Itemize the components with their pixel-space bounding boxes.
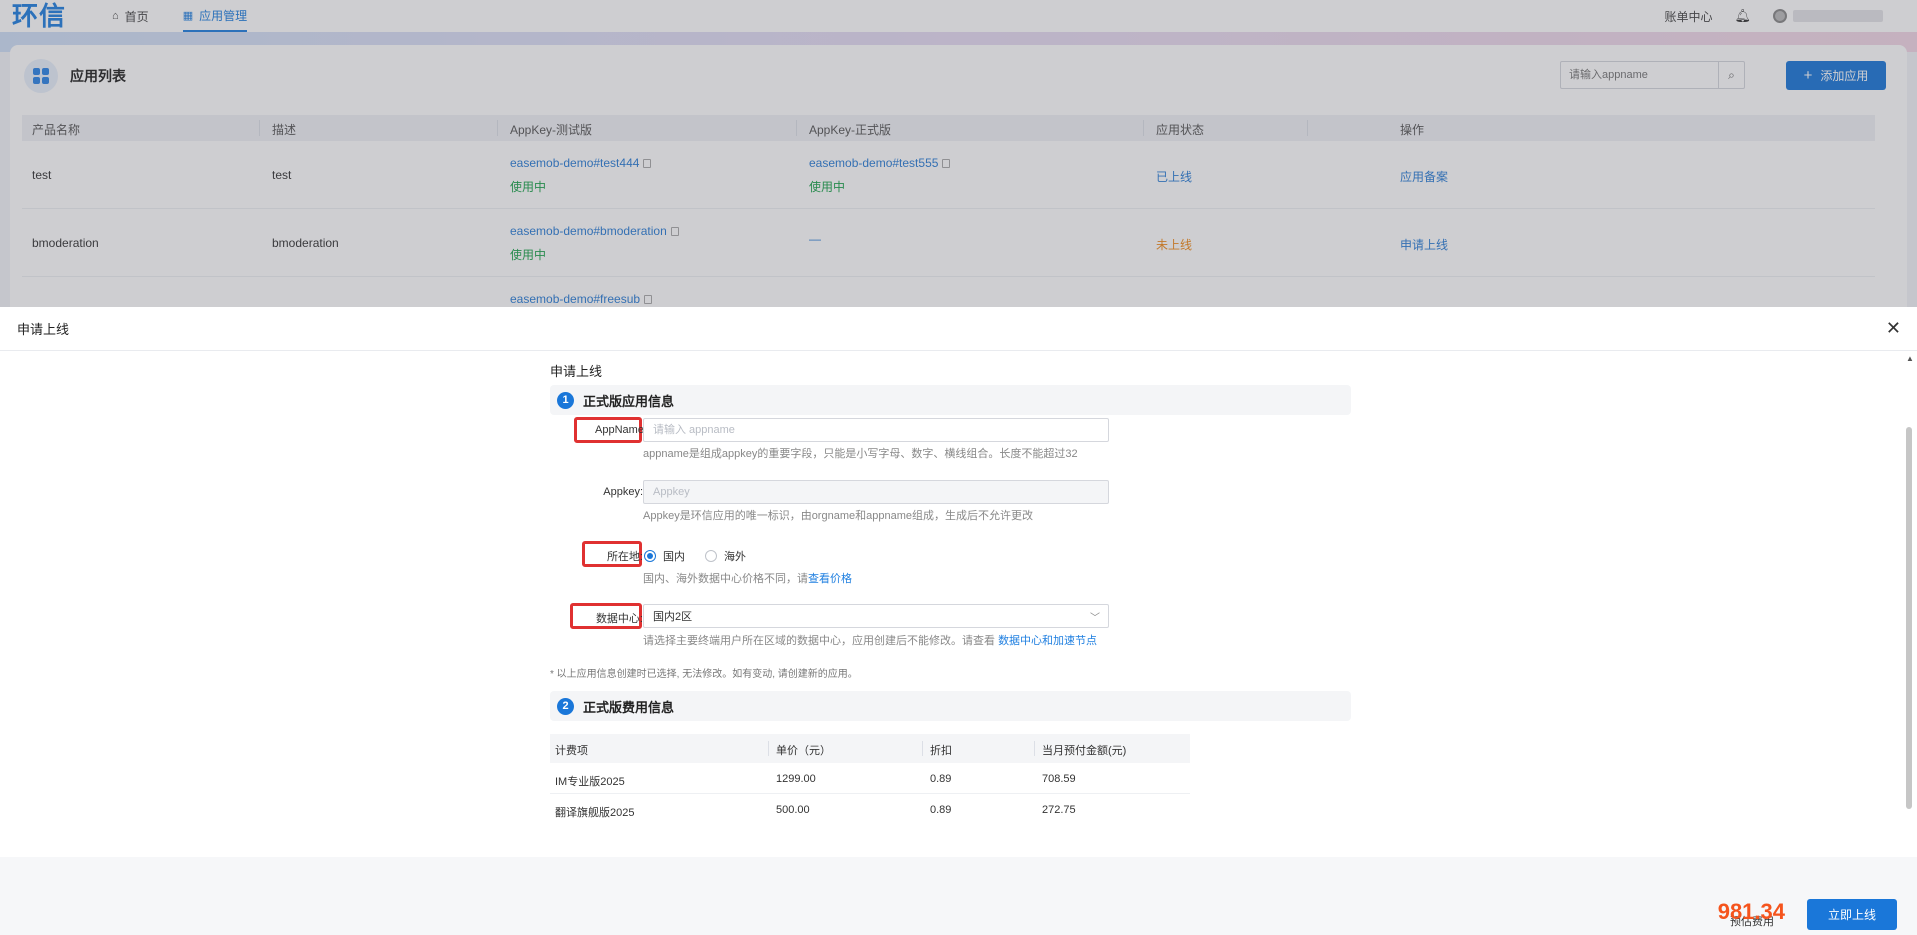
radio-overseas[interactable]: 海外 — [705, 548, 746, 564]
datacenter-label: 数据中心: — [595, 613, 643, 625]
estimate-value: 981.34 — [1717, 899, 1785, 924]
datacenter-hint: 请选择主要终端用户所在区域的数据中心，应用创建后不能修改。请查看 数据中心和加速… — [643, 632, 1097, 648]
immutable-note: * 以上应用信息创建时已选择, 无法修改。如有变动, 请创建新的应用。 — [550, 669, 858, 680]
fee-item: 翻译旗舰版2025 — [555, 807, 635, 819]
fee-unit-price: 500.00 — [776, 804, 810, 816]
appname-label: AppName: — [595, 424, 647, 436]
drawer-header: 申请上线 ✕ — [0, 307, 1917, 351]
radio-domestic-indicator[interactable] — [644, 550, 656, 562]
datacenter-value: 国内2区 — [653, 611, 693, 623]
drawer-title: 申请上线 — [17, 322, 70, 337]
location-hint: 国内、海外数据中心价格不同，请查看价格 — [643, 570, 852, 586]
table-row: 翻译旗舰版2025 500.00 0.89 272.75 — [550, 794, 1190, 825]
apply-online-drawer: 申请上线 ✕ ▲ 申请上线 1 正式版应用信息 AppName: appname… — [0, 307, 1917, 935]
fee-item: IM专业版2025 — [555, 776, 625, 788]
step-2-title: 正式版费用信息 — [583, 699, 675, 715]
datacenter-nodes-link[interactable]: 数据中心和加速节点 — [998, 635, 1097, 647]
fee-amount: 708.59 — [1042, 773, 1076, 785]
appkey-hint: Appkey是环信应用的唯一标识，由orgname和appname组成，生成后不… — [643, 510, 1033, 522]
radio-overseas-indicator[interactable] — [705, 550, 717, 562]
appkey-label: Appkey: — [603, 486, 643, 498]
appkey-input — [643, 480, 1109, 504]
location-hint-text: 国内、海外数据中心价格不同，请 — [643, 573, 808, 585]
radio-domestic-label: 国内 — [663, 551, 685, 563]
submit-online-button[interactable]: 立即上线 — [1807, 899, 1897, 930]
fee-discount: 0.89 — [930, 773, 952, 785]
fee-col-amount: 当月预付金额(元) — [1042, 745, 1127, 757]
fee-col-discount: 折扣 — [930, 745, 952, 757]
radio-domestic[interactable]: 国内 — [644, 548, 685, 564]
datacenter-hint-text: 请选择主要终端用户所在区域的数据中心，应用创建后不能修改。请查看 — [643, 635, 995, 647]
fee-table-header: 计费项 单价（元） 折扣 当月预付金额(元) — [550, 734, 1190, 763]
step-1-header: 1 正式版应用信息 — [550, 385, 1351, 415]
modal-overlay[interactable] — [0, 0, 1917, 307]
fee-col-unit-price: 单价（元） — [776, 745, 831, 757]
close-icon[interactable]: ✕ — [1886, 319, 1901, 337]
appname-input[interactable] — [643, 418, 1109, 442]
radio-overseas-label: 海外 — [724, 551, 746, 563]
fee-col-item: 计费项 — [555, 745, 588, 757]
datacenter-select[interactable]: 国内2区 ﹀ — [643, 604, 1109, 628]
step-2-header: 2 正式版费用信息 — [550, 691, 1351, 721]
scrollbar-thumb[interactable] — [1906, 427, 1912, 809]
table-row: IM专业版2025 1299.00 0.89 708.59 — [550, 763, 1190, 794]
fee-amount: 272.75 — [1042, 804, 1076, 816]
fee-discount: 0.89 — [930, 804, 952, 816]
location-radio-group: 国内 海外 — [644, 548, 746, 564]
form-section-label: 申请上线 — [550, 364, 603, 379]
view-price-link[interactable]: 查看价格 — [808, 573, 852, 585]
chevron-down-icon: ﹀ — [1090, 613, 1100, 624]
appname-hint: appname是组成appkey的重要字段，只能是小写字母、数字、横线组合。长度… — [643, 448, 1078, 460]
location-label: 所在地: — [606, 551, 643, 563]
step-1-title: 正式版应用信息 — [583, 393, 675, 409]
drawer-footer: 预估费用 981.34 立即上线 — [0, 857, 1917, 935]
step-1-number: 1 — [557, 391, 574, 409]
scroll-up-arrow[interactable]: ▲ — [1906, 354, 1914, 363]
fee-unit-price: 1299.00 — [776, 773, 816, 785]
step-2-number: 2 — [557, 697, 574, 715]
